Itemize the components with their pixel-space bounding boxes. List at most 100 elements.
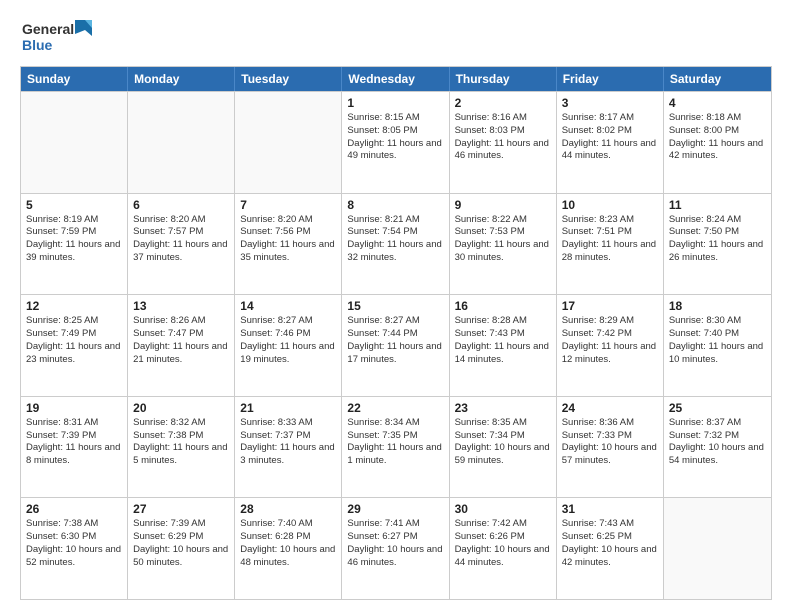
day-number: 16 bbox=[455, 299, 551, 313]
calendar-row: 26Sunrise: 7:38 AM Sunset: 6:30 PM Dayli… bbox=[21, 497, 771, 599]
calendar-day-cell: 1 Sunrise: 8:15 AM Sunset: 8:05 PM Daylig… bbox=[342, 92, 449, 193]
calendar-day-cell: 24Sunrise: 8:36 AM Sunset: 7:33 PM Dayli… bbox=[557, 397, 664, 498]
day-info: Sunrise: 7:40 AM Sunset: 6:28 PM Dayligh… bbox=[240, 518, 336, 569]
day-info: Sunrise: 8:17 AM Sunset: 8:02 PM Dayligh… bbox=[562, 112, 658, 163]
calendar-day-cell: 11 Sunrise: 8:24 AM Sunset: 7:50 PM Dayli… bbox=[664, 194, 771, 295]
day-info: Sunrise: 8:30 AM Sunset: 7:40 PM Dayligh… bbox=[669, 315, 766, 366]
calendar-day-cell: 6 Sunrise: 8:20 AM Sunset: 7:57 PM Daylig… bbox=[128, 194, 235, 295]
day-info: Sunrise: 8:29 AM Sunset: 7:42 PM Dayligh… bbox=[562, 315, 658, 366]
svg-text:General: General bbox=[22, 21, 74, 37]
day-number: 30 bbox=[455, 502, 551, 516]
day-info: Sunrise: 8:20 AM Sunset: 7:57 PM Dayligh… bbox=[133, 214, 229, 265]
calendar-body: 1 Sunrise: 8:15 AM Sunset: 8:05 PM Daylig… bbox=[21, 91, 771, 599]
day-info: Sunrise: 8:28 AM Sunset: 7:43 PM Dayligh… bbox=[455, 315, 551, 366]
day-number: 9 bbox=[455, 198, 551, 212]
calendar-day-cell: 23 Sunrise: 8:35 AM Sunset: 7:34 PM Dayli… bbox=[450, 397, 557, 498]
weekday-header: Tuesday bbox=[235, 67, 342, 91]
day-number: 6 bbox=[133, 198, 229, 212]
calendar-day-cell: 31Sunrise: 7:43 AM Sunset: 6:25 PM Dayli… bbox=[557, 498, 664, 599]
day-number: 26 bbox=[26, 502, 122, 516]
day-number: 21 bbox=[240, 401, 336, 415]
calendar-day-cell: 14Sunrise: 8:27 AM Sunset: 7:46 PM Dayli… bbox=[235, 295, 342, 396]
calendar-day-cell: 21 Sunrise: 8:33 AM Sunset: 7:37 PM Dayli… bbox=[235, 397, 342, 498]
day-info: Sunrise: 7:41 AM Sunset: 6:27 PM Dayligh… bbox=[347, 518, 443, 569]
day-info: Sunrise: 7:39 AM Sunset: 6:29 PM Dayligh… bbox=[133, 518, 229, 569]
day-info: Sunrise: 8:19 AM Sunset: 7:59 PM Dayligh… bbox=[26, 214, 122, 265]
day-number: 4 bbox=[669, 96, 766, 110]
day-info: Sunrise: 8:37 AM Sunset: 7:32 PM Dayligh… bbox=[669, 417, 766, 468]
day-number: 12 bbox=[26, 299, 122, 313]
day-number: 2 bbox=[455, 96, 551, 110]
calendar-day-cell: 8 Sunrise: 8:21 AM Sunset: 7:54 PM Daylig… bbox=[342, 194, 449, 295]
calendar-day-cell: 17 Sunrise: 8:29 AM Sunset: 7:42 PM Dayli… bbox=[557, 295, 664, 396]
day-info: Sunrise: 8:34 AM Sunset: 7:35 PM Dayligh… bbox=[347, 417, 443, 468]
weekday-header: Sunday bbox=[21, 67, 128, 91]
empty-cell bbox=[664, 498, 771, 599]
calendar-day-cell: 9 Sunrise: 8:22 AM Sunset: 7:53 PM Daylig… bbox=[450, 194, 557, 295]
day-info: Sunrise: 8:36 AM Sunset: 7:33 PM Dayligh… bbox=[562, 417, 658, 468]
calendar-day-cell: 28 Sunrise: 7:40 AM Sunset: 6:28 PM Dayli… bbox=[235, 498, 342, 599]
day-info: Sunrise: 8:26 AM Sunset: 7:47 PM Dayligh… bbox=[133, 315, 229, 366]
day-number: 18 bbox=[669, 299, 766, 313]
day-info: Sunrise: 8:16 AM Sunset: 8:03 PM Dayligh… bbox=[455, 112, 551, 163]
empty-cell bbox=[21, 92, 128, 193]
calendar-day-cell: 15 Sunrise: 8:27 AM Sunset: 7:44 PM Dayli… bbox=[342, 295, 449, 396]
day-number: 3 bbox=[562, 96, 658, 110]
calendar-row: 1 Sunrise: 8:15 AM Sunset: 8:05 PM Daylig… bbox=[21, 91, 771, 193]
calendar-day-cell: 4Sunrise: 8:18 AM Sunset: 8:00 PM Daylig… bbox=[664, 92, 771, 193]
calendar-day-cell: 18 Sunrise: 8:30 AM Sunset: 7:40 PM Dayli… bbox=[664, 295, 771, 396]
calendar-day-cell: 20Sunrise: 8:32 AM Sunset: 7:38 PM Dayli… bbox=[128, 397, 235, 498]
day-info: Sunrise: 8:23 AM Sunset: 7:51 PM Dayligh… bbox=[562, 214, 658, 265]
day-info: Sunrise: 8:15 AM Sunset: 8:05 PM Dayligh… bbox=[347, 112, 443, 163]
day-number: 11 bbox=[669, 198, 766, 212]
day-number: 7 bbox=[240, 198, 336, 212]
day-number: 23 bbox=[455, 401, 551, 415]
calendar-day-cell: 22Sunrise: 8:34 AM Sunset: 7:35 PM Dayli… bbox=[342, 397, 449, 498]
calendar-row: 19Sunrise: 8:31 AM Sunset: 7:39 PM Dayli… bbox=[21, 396, 771, 498]
day-info: Sunrise: 8:21 AM Sunset: 7:54 PM Dayligh… bbox=[347, 214, 443, 265]
calendar-day-cell: 5 Sunrise: 8:19 AM Sunset: 7:59 PM Daylig… bbox=[21, 194, 128, 295]
calendar-day-cell: 3 Sunrise: 8:17 AM Sunset: 8:02 PM Daylig… bbox=[557, 92, 664, 193]
calendar-day-cell: 2 Sunrise: 8:16 AM Sunset: 8:03 PM Daylig… bbox=[450, 92, 557, 193]
calendar-day-cell: 12Sunrise: 8:25 AM Sunset: 7:49 PM Dayli… bbox=[21, 295, 128, 396]
day-number: 5 bbox=[26, 198, 122, 212]
day-info: Sunrise: 7:42 AM Sunset: 6:26 PM Dayligh… bbox=[455, 518, 551, 569]
weekday-header: Monday bbox=[128, 67, 235, 91]
day-info: Sunrise: 8:33 AM Sunset: 7:37 PM Dayligh… bbox=[240, 417, 336, 468]
day-number: 1 bbox=[347, 96, 443, 110]
weekday-header: Wednesday bbox=[342, 67, 449, 91]
day-number: 17 bbox=[562, 299, 658, 313]
calendar: SundayMondayTuesdayWednesdayThursdayFrid… bbox=[20, 66, 772, 600]
day-info: Sunrise: 8:27 AM Sunset: 7:46 PM Dayligh… bbox=[240, 315, 336, 366]
day-info: Sunrise: 8:35 AM Sunset: 7:34 PM Dayligh… bbox=[455, 417, 551, 468]
day-info: Sunrise: 8:24 AM Sunset: 7:50 PM Dayligh… bbox=[669, 214, 766, 265]
calendar-day-cell: 10 Sunrise: 8:23 AM Sunset: 7:51 PM Dayli… bbox=[557, 194, 664, 295]
day-number: 27 bbox=[133, 502, 229, 516]
day-number: 8 bbox=[347, 198, 443, 212]
calendar-day-cell: 26Sunrise: 7:38 AM Sunset: 6:30 PM Dayli… bbox=[21, 498, 128, 599]
calendar-day-cell: 7Sunrise: 8:20 AM Sunset: 7:56 PM Daylig… bbox=[235, 194, 342, 295]
weekday-header: Saturday bbox=[664, 67, 771, 91]
empty-cell bbox=[235, 92, 342, 193]
day-number: 10 bbox=[562, 198, 658, 212]
day-number: 15 bbox=[347, 299, 443, 313]
day-info: Sunrise: 8:32 AM Sunset: 7:38 PM Dayligh… bbox=[133, 417, 229, 468]
calendar-day-cell: 13 Sunrise: 8:26 AM Sunset: 7:47 PM Dayli… bbox=[128, 295, 235, 396]
calendar-row: 5 Sunrise: 8:19 AM Sunset: 7:59 PM Daylig… bbox=[21, 193, 771, 295]
calendar-day-cell: 29 Sunrise: 7:41 AM Sunset: 6:27 PM Dayli… bbox=[342, 498, 449, 599]
day-number: 25 bbox=[669, 401, 766, 415]
calendar-day-cell: 25 Sunrise: 8:37 AM Sunset: 7:32 PM Dayli… bbox=[664, 397, 771, 498]
day-number: 28 bbox=[240, 502, 336, 516]
page-header: GeneralBlue bbox=[20, 16, 772, 56]
day-info: Sunrise: 8:27 AM Sunset: 7:44 PM Dayligh… bbox=[347, 315, 443, 366]
weekday-header: Friday bbox=[557, 67, 664, 91]
empty-cell bbox=[128, 92, 235, 193]
calendar-row: 12Sunrise: 8:25 AM Sunset: 7:49 PM Dayli… bbox=[21, 294, 771, 396]
day-number: 13 bbox=[133, 299, 229, 313]
calendar-header: SundayMondayTuesdayWednesdayThursdayFrid… bbox=[21, 67, 771, 91]
calendar-day-cell: 16 Sunrise: 8:28 AM Sunset: 7:43 PM Dayli… bbox=[450, 295, 557, 396]
calendar-day-cell: 19Sunrise: 8:31 AM Sunset: 7:39 PM Dayli… bbox=[21, 397, 128, 498]
day-number: 29 bbox=[347, 502, 443, 516]
logo-svg: GeneralBlue bbox=[20, 16, 100, 56]
day-info: Sunrise: 8:22 AM Sunset: 7:53 PM Dayligh… bbox=[455, 214, 551, 265]
